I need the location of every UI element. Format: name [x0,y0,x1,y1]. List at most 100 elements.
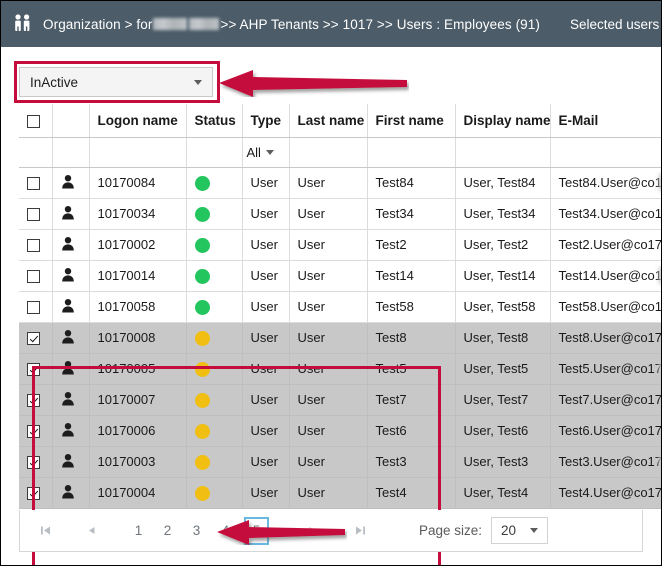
row-checkbox[interactable] [27,456,40,470]
cell-email: Test14.User@co17 [550,260,661,292]
user-icon [61,422,74,436]
table-body: 10170084 User User Test84 User, Test84 Test84… [19,167,661,509]
filter-cell-first-name[interactable] [367,137,456,168]
row-user-icon-cell [52,415,90,447]
page-button-1[interactable]: 1 [128,519,149,543]
status-filter-value: InActive [30,74,79,90]
table-row[interactable]: 10170014 User User Test14 User, Test14 Test14… [19,260,661,292]
filter-cell-logon[interactable] [89,137,187,168]
next-page-icon[interactable] [299,518,325,544]
table-row[interactable]: 10170003 User User Test3 User, Test3 Test3.Us… [19,446,661,478]
first-page-icon[interactable] [32,518,58,544]
column-header-logon[interactable]: Logon name [89,104,187,138]
status-dot-yellow [194,423,210,439]
users-grid: Logon name Status Type Last name First n… [19,104,661,565]
icon-column-header [52,104,90,138]
cell-status [186,260,243,292]
status-dot-green [194,268,210,284]
breadcrumb[interactable]: Organization > for >> AHP Tenants >> 101… [43,17,540,32]
cell-email: Test34.User@co17 [550,198,661,230]
cell-first-name: Test4 [367,477,456,509]
row-checkbox[interactable] [27,301,40,315]
row-user-icon-cell [52,353,90,385]
table-row[interactable]: 10170004 User User Test4 User, Test4 Test4.Us… [19,477,661,509]
row-user-icon-cell [52,198,90,230]
row-select-cell[interactable] [19,353,53,385]
cell-type: User [242,260,290,292]
user-icon [61,453,74,467]
cell-type: User [242,353,290,385]
cell-last-name: User [289,260,368,292]
cell-email: Test6.User@co17.n [550,415,661,447]
row-select-cell[interactable] [19,384,53,416]
filter-cell-status[interactable] [186,137,243,168]
row-select-cell[interactable] [19,167,53,199]
table-row[interactable]: 10170002 User User Test2 User, Test2 Test2.Us… [19,229,661,261]
filter-cell-display-name[interactable] [455,137,551,168]
column-header-first-name[interactable]: First name [367,104,456,138]
row-checkbox[interactable] [27,487,40,501]
row-select-cell[interactable] [19,415,53,447]
cell-email: Test2.User@co17.r [550,229,661,261]
page-button-3[interactable]: 3 [186,519,207,543]
table-row[interactable]: 10170058 User User Test58 User, Test58 Test58… [19,291,661,323]
cell-type: User [242,229,290,261]
row-checkbox[interactable] [27,394,40,408]
row-checkbox[interactable] [27,177,40,191]
cell-last-name: User [289,229,368,261]
column-header-email[interactable]: E-Mail [550,104,661,138]
table-row[interactable]: 10170034 User User Test34 User, Test34 Test34… [19,198,661,230]
status-dot-yellow [194,361,210,377]
row-checkbox[interactable] [27,270,40,284]
page-button-5[interactable]: 5 [244,516,269,545]
table-row[interactable]: 10170084 User User Test84 User, Test84 Test84… [19,167,661,199]
column-header-last-name[interactable]: Last name [289,104,368,138]
breadcrumb-suffix: >> AHP Tenants >> 1017 >> Users : Employ… [220,16,540,32]
cell-first-name: Test84 [367,167,456,199]
table-row[interactable]: 10170005 User User Test5 User, Test5 Test5.Us… [19,353,661,385]
select-all-checkbox[interactable] [27,114,40,128]
row-select-cell[interactable] [19,229,53,261]
cell-email: Test3.User@co17.n [550,446,661,478]
selected-users-status[interactable]: Selected users : 5 (remove [570,17,661,32]
table-row[interactable]: 10170006 User User Test6 User, Test6 Test6.Us… [19,415,661,447]
last-page-icon[interactable] [347,518,373,544]
cell-status [186,384,243,416]
status-dot-green [194,299,210,315]
user-icon [61,360,74,374]
chevron-down-icon [194,79,202,85]
row-checkbox[interactable] [27,332,40,346]
status-dot-yellow [194,485,210,501]
column-header-type[interactable]: Type [242,104,290,138]
cell-logon-name: 10170005 [89,353,187,385]
row-select-cell[interactable] [19,446,53,478]
row-checkbox[interactable] [27,208,40,222]
page-size-dropdown[interactable]: 20 [491,517,549,544]
table-row[interactable]: 10170007 User User Test7 User, Test7 Test7.Us… [19,384,661,416]
row-checkbox[interactable] [27,425,40,439]
filter-cell-email[interactable] [550,137,661,168]
cell-status [186,167,243,199]
page-button-4[interactable]: 4 [215,519,236,543]
row-select-cell[interactable] [19,322,53,354]
table-row[interactable]: 10170008 User User Test8 User, Test8 Test8.Us… [19,322,661,354]
cell-last-name: User [289,353,368,385]
row-checkbox[interactable] [27,239,40,253]
type-filter-cell[interactable]: All [242,137,290,168]
row-select-cell[interactable] [19,198,53,230]
cell-display-name: User, Test2 [455,229,551,261]
page-button-2[interactable]: 2 [157,519,178,543]
status-filter-dropdown[interactable]: InActive [19,67,213,97]
row-select-cell[interactable] [19,477,53,509]
row-checkbox[interactable] [27,363,40,377]
user-icon [61,174,74,188]
select-all-header[interactable] [19,104,53,138]
column-header-status[interactable]: Status [186,104,243,138]
row-select-cell[interactable] [19,260,53,292]
previous-page-icon[interactable] [78,518,104,544]
column-header-display-name[interactable]: Display name [455,104,551,138]
row-select-cell[interactable] [19,291,53,323]
cell-status [186,198,243,230]
filter-cell-last-name[interactable] [289,137,368,168]
row-user-icon-cell [52,260,90,292]
